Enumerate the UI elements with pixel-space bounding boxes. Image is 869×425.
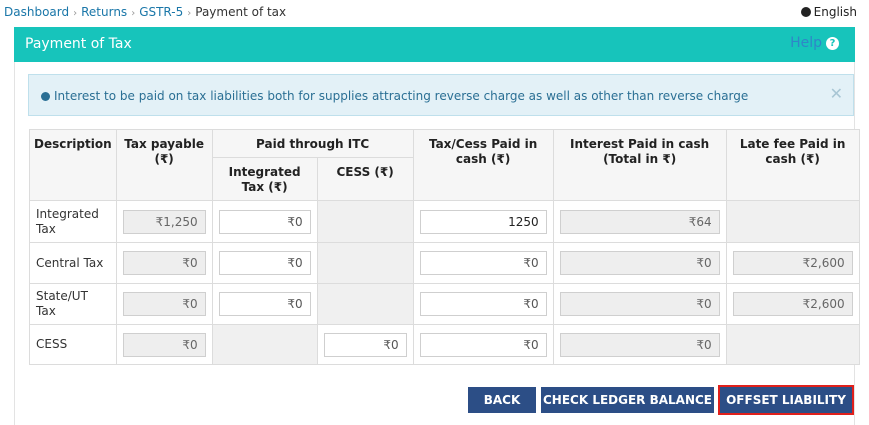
header-paid-through-itc: Paid through ITC	[211, 129, 414, 158]
info-alert: Interest to be paid on tax liabilities b…	[28, 74, 854, 116]
tax-payable-field: ₹0	[122, 251, 206, 275]
tax-cash-input[interactable]: 1250	[419, 209, 547, 234]
header-tax-payable: Tax payable (₹)	[115, 129, 213, 201]
language-selector[interactable]: English	[800, 5, 857, 19]
header-integrated-tax: Integrated Tax (₹)	[211, 157, 318, 201]
table-row: State/UT Tax ₹0 ₹0 ₹0 ₹0 ₹2,600	[29, 283, 860, 325]
itc-integrated-input[interactable]: ₹0	[218, 251, 311, 275]
offset-liability-button[interactable]: OFFSET LIABILITY	[718, 385, 854, 415]
tax-payable-field: ₹1,250	[122, 209, 206, 234]
back-button[interactable]: BACK	[468, 387, 536, 413]
top-bar: Dashboard › Returns › GSTR-5 › Payment of tax …	[0, 0, 869, 25]
interest-field: ₹0	[559, 292, 720, 316]
payment-table: Description Tax payable (₹) Paid through…	[29, 129, 860, 365]
table-row: CESS ₹0 ₹0 ₹0 ₹0	[29, 324, 860, 365]
row-label: Integrated Tax	[29, 200, 117, 243]
breadcrumb: Dashboard › Returns › GSTR-5 › Payment of tax	[4, 5, 286, 19]
breadcrumb-gstr5[interactable]: GSTR-5	[139, 5, 183, 19]
disabled-cell	[725, 324, 860, 365]
breadcrumb-dashboard[interactable]: Dashboard	[4, 5, 69, 19]
help-icon: ?	[826, 37, 839, 50]
disabled-cell	[316, 283, 414, 325]
tax-cash-input[interactable]: ₹0	[419, 332, 547, 357]
breadcrumb-current: Payment of tax	[195, 5, 287, 19]
info-icon	[41, 92, 50, 101]
late-fee-field: ₹2,600	[732, 292, 853, 316]
tax-cash-input[interactable]: ₹0	[419, 251, 547, 275]
breadcrumb-returns[interactable]: Returns	[81, 5, 127, 19]
header-interest-cash: Interest Paid in cash (Total in ₹)	[552, 129, 727, 201]
header-late-fee: Late fee Paid in cash (₹)	[725, 129, 860, 201]
late-fee-field: ₹2,600	[732, 251, 853, 275]
itc-cess-input[interactable]: ₹0	[323, 332, 407, 357]
tax-payable-field: ₹0	[122, 292, 206, 316]
itc-integrated-input[interactable]: ₹0	[218, 209, 311, 234]
tax-cash-input[interactable]: ₹0	[419, 292, 547, 316]
row-label: State/UT Tax	[29, 283, 117, 325]
globe-icon	[800, 7, 811, 17]
disabled-cell	[725, 200, 860, 243]
language-label: English	[813, 5, 857, 19]
header-description: Description	[29, 129, 117, 201]
page-title-bar: Payment of Tax Help?	[14, 27, 855, 62]
check-ledger-balance-button[interactable]: CHECK LEDGER BALANCE	[541, 387, 714, 413]
close-icon[interactable]: ✕	[830, 84, 843, 103]
row-label: Central Tax	[29, 242, 117, 284]
help-link[interactable]: Help?	[790, 35, 839, 51]
breadcrumb-separator: ›	[131, 8, 136, 19]
header-cess: CESS (₹)	[316, 157, 414, 201]
disabled-cell	[316, 200, 414, 243]
page-title: Payment of Tax	[25, 36, 132, 52]
breadcrumb-separator: ›	[73, 8, 78, 19]
row-label: CESS	[29, 324, 117, 365]
breadcrumb-separator: ›	[187, 8, 192, 19]
interest-field: ₹0	[559, 332, 720, 357]
table-row: Central Tax ₹0 ₹0 ₹0 ₹0 ₹2,600	[29, 242, 860, 284]
interest-field: ₹64	[559, 209, 720, 234]
tax-payable-field: ₹0	[122, 332, 206, 357]
alert-message: Interest to be paid on tax liabilities b…	[54, 89, 749, 103]
help-label: Help	[790, 35, 822, 51]
interest-field: ₹0	[559, 251, 720, 275]
itc-integrated-input[interactable]: ₹0	[218, 292, 311, 316]
header-tax-cess-cash: Tax/Cess Paid in cash (₹)	[412, 129, 554, 201]
table-row: Integrated Tax ₹1,250 ₹0 1250 ₹64	[29, 200, 860, 243]
disabled-cell	[211, 324, 318, 365]
disabled-cell	[316, 242, 414, 284]
